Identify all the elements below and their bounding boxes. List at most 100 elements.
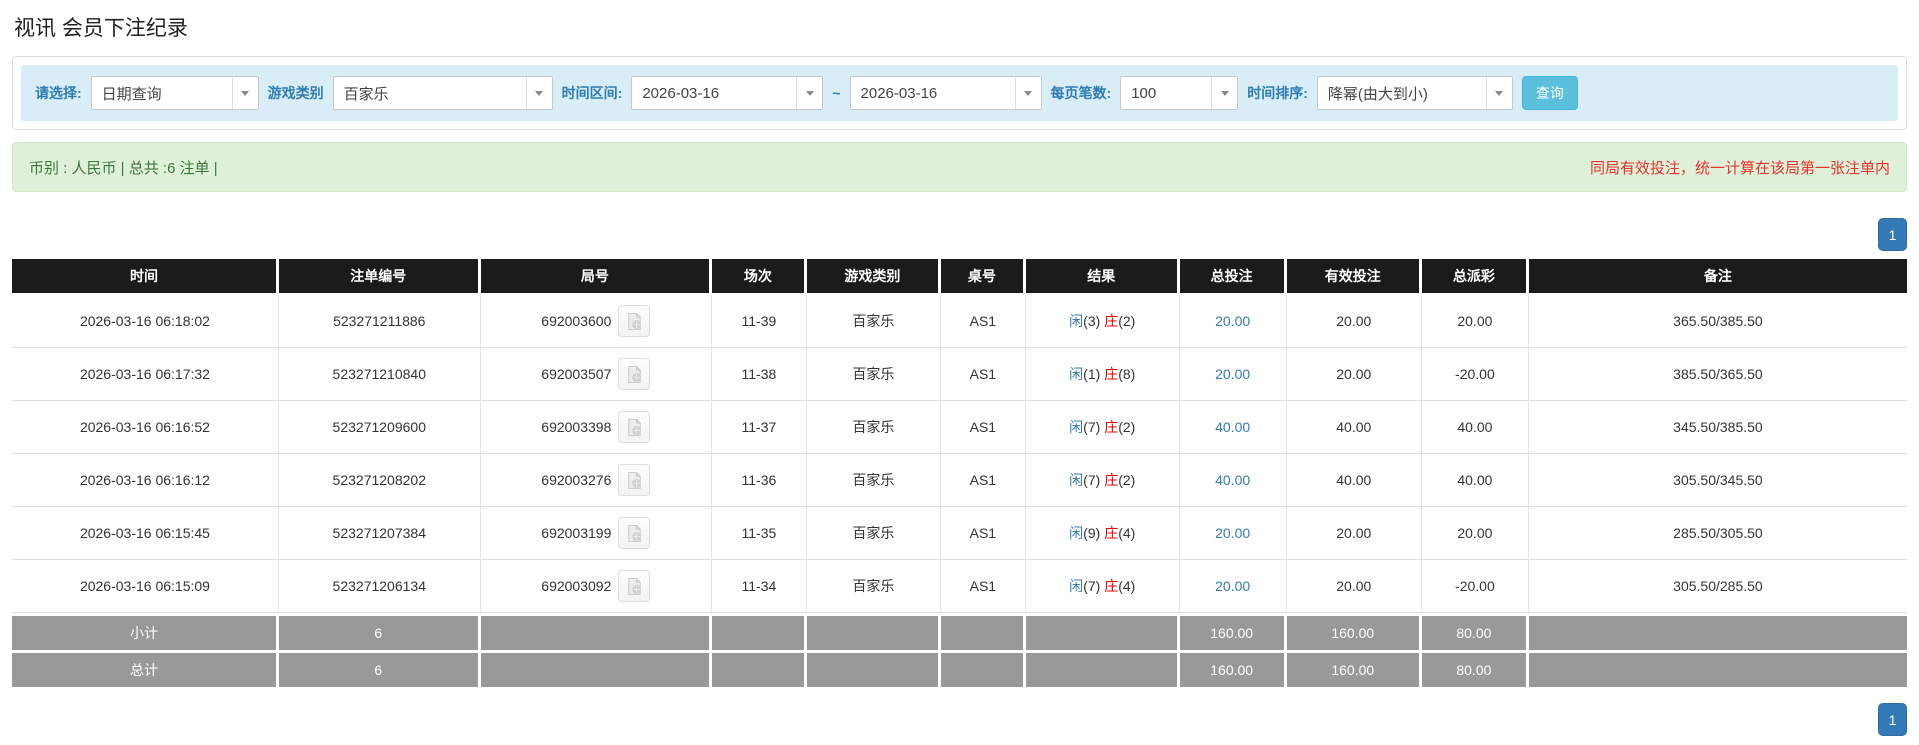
total-bet-link[interactable]: 20.00 [1215, 366, 1250, 382]
payout: 40.00 [1421, 454, 1529, 507]
player-result-label: 闲 [1069, 313, 1084, 329]
video-replay-icon[interactable] [618, 358, 651, 390]
payout: 20.00 [1421, 295, 1529, 348]
query-type-dropdown[interactable]: 日期查询 [90, 76, 259, 110]
result-cell: 闲(3) 庄(2) [1025, 295, 1180, 348]
round-cell: 692003092 [480, 560, 713, 613]
bet-time: 2026-03-16 06:16:52 [12, 401, 279, 454]
column-header: 局号 [480, 259, 713, 295]
subtotal-total-bet: 160.00 [1179, 613, 1287, 650]
payout: -20.00 [1421, 560, 1529, 613]
player-result-number: (1) [1083, 366, 1101, 382]
valid-bet: 40.00 [1286, 454, 1422, 507]
subtotal-label: 小计 [12, 613, 279, 650]
table-row: 2026-03-16 06:16:12 523271208202 6920032… [12, 454, 1907, 507]
select-type-label: 请选择: [35, 85, 82, 101]
page-size-value: 100 [1131, 84, 1157, 102]
video-replay-icon[interactable] [618, 411, 651, 443]
subtotal-row: 小计 6 160.00 160.00 80.00 [12, 613, 1907, 650]
remark: 345.50/385.50 [1528, 401, 1907, 454]
player-result-label: 闲 [1069, 366, 1084, 382]
chevron-down-icon[interactable] [1485, 77, 1512, 109]
bet-time: 2026-03-16 06:15:09 [12, 560, 279, 613]
video-replay-icon[interactable] [618, 517, 651, 549]
pagination-top: 1 [12, 218, 1907, 251]
total-bet-link[interactable]: 20.00 [1215, 578, 1250, 594]
round-cell: 692003199 [480, 507, 713, 560]
video-replay-icon[interactable] [618, 570, 651, 602]
total-bet-link[interactable]: 20.00 [1215, 525, 1250, 541]
remark: 305.50/345.50 [1528, 454, 1907, 507]
round-id: 692003600 [541, 313, 612, 329]
table-number: AS1 [940, 401, 1026, 454]
banker-result-number: (4) [1118, 525, 1136, 541]
video-replay-icon[interactable] [618, 464, 651, 496]
column-header: 备注 [1528, 259, 1907, 295]
page-1-button[interactable]: 1 [1878, 703, 1907, 736]
table-row: 2026-03-16 06:15:45 523271207384 6920031… [12, 507, 1907, 560]
result-cell: 闲(9) 庄(4) [1025, 507, 1180, 560]
total-label: 总计 [12, 650, 279, 687]
game-type: 百家乐 [806, 454, 941, 507]
table-number: AS1 [940, 348, 1026, 401]
chevron-down-icon[interactable] [796, 77, 823, 109]
total-payout: 80.00 [1421, 650, 1529, 687]
date-from-dropdown[interactable]: 2026-03-16 [631, 76, 824, 110]
session-number: 11-38 [712, 348, 807, 401]
remark: 385.50/365.50 [1528, 348, 1907, 401]
valid-bet: 20.00 [1286, 560, 1422, 613]
total-count: 6 [278, 650, 481, 687]
round-id: 692003092 [541, 578, 612, 594]
round-cell: 692003507 [480, 348, 713, 401]
session-number: 11-39 [712, 295, 807, 348]
player-result-label: 闲 [1069, 578, 1084, 594]
game-type-value: 百家乐 [343, 85, 389, 103]
banker-result-label: 庄 [1104, 419, 1119, 435]
banker-result-number: (2) [1118, 472, 1136, 488]
date-to-dropdown[interactable]: 2026-03-16 [849, 76, 1042, 110]
page-1-button[interactable]: 1 [1878, 218, 1907, 251]
time-sort-dropdown[interactable]: 降幂(由大到小) [1316, 76, 1513, 110]
chevron-down-icon[interactable] [1211, 77, 1238, 109]
banker-result-label: 庄 [1104, 313, 1119, 329]
bet-id: 523271206134 [278, 560, 481, 613]
page-size-dropdown[interactable]: 100 [1120, 76, 1239, 110]
chevron-down-icon[interactable] [231, 77, 258, 109]
page-title: 视讯 会员下注纪录 [14, 17, 188, 40]
total-bet-link[interactable]: 20.00 [1215, 313, 1250, 329]
table-number: AS1 [940, 454, 1026, 507]
total-bet-link[interactable]: 40.00 [1215, 472, 1250, 488]
remark: 305.50/285.50 [1528, 560, 1907, 613]
chevron-down-icon[interactable] [1014, 77, 1041, 109]
table-number: AS1 [940, 295, 1026, 348]
table-number: AS1 [940, 560, 1026, 613]
query-type-value: 日期查询 [101, 85, 162, 103]
remark: 365.50/385.50 [1528, 295, 1907, 348]
column-header: 时间 [12, 259, 279, 295]
table-number: AS1 [940, 507, 1026, 560]
valid-bet: 20.00 [1286, 348, 1422, 401]
total-total-bet: 160.00 [1179, 650, 1287, 687]
video-replay-icon[interactable] [618, 305, 651, 337]
chevron-down-icon[interactable] [525, 77, 552, 109]
total-bet-link[interactable]: 40.00 [1215, 419, 1250, 435]
player-result-number: (7) [1083, 419, 1101, 435]
summary-bar: 币别 : 人民币 | 总共 :6 注单 | 同局有效投注，统一计算在该局第一张注… [12, 142, 1907, 192]
game-type: 百家乐 [806, 401, 941, 454]
search-button[interactable]: 查询 [1521, 76, 1578, 110]
session-number: 11-36 [712, 454, 807, 507]
page-size-label: 每页笔数: [1050, 85, 1112, 101]
result-cell: 闲(7) 庄(2) [1025, 454, 1180, 507]
player-result-label: 闲 [1069, 525, 1084, 541]
round-cell: 692003600 [480, 295, 713, 348]
date-to-value: 2026-03-16 [860, 84, 938, 102]
result-cell: 闲(7) 庄(2) [1025, 401, 1180, 454]
payout: -20.00 [1421, 348, 1529, 401]
banker-result-label: 庄 [1104, 578, 1119, 594]
banker-result-number: (2) [1118, 419, 1136, 435]
date-range-separator: ~ [832, 85, 841, 101]
game-type-dropdown[interactable]: 百家乐 [332, 76, 553, 110]
bet-id: 523271209600 [278, 401, 481, 454]
column-header: 有效投注 [1286, 259, 1422, 295]
session-number: 11-35 [712, 507, 807, 560]
